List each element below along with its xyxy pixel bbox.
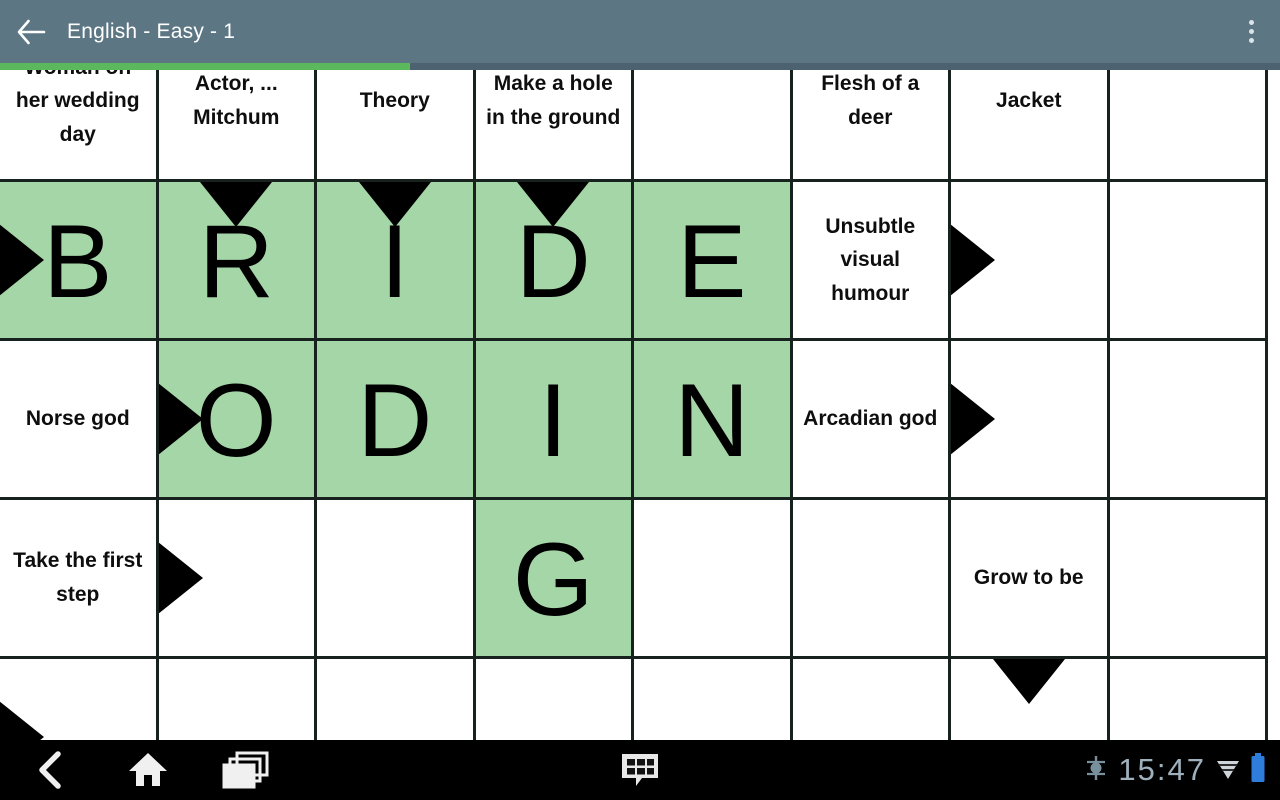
nav-recents-icon[interactable] (218, 742, 274, 798)
menu-dot (1248, 20, 1254, 25)
clue-text: Take the first step (13, 549, 143, 606)
answer-letter: D (515, 204, 591, 320)
crossword-grid: Woman on her wedding day Actor, ... Mitch… (0, 70, 1280, 740)
answer-letter: N (674, 363, 750, 479)
menu-dot (1248, 29, 1254, 34)
crossword-grid-viewport[interactable]: Woman on her wedding day Actor, ... Mitch… (0, 70, 1280, 740)
wifi-icon (1215, 754, 1241, 787)
crossword-cell-empty[interactable] (475, 659, 634, 740)
puzzle-progress-bar (0, 63, 1280, 70)
answer-letter: O (195, 363, 277, 479)
crossword-cell-letter[interactable]: G (475, 500, 634, 659)
crossword-row: Norse god O D I N Arcadian god (0, 341, 1280, 500)
crossword-row: B R I D E Unsubtle visual humour (0, 182, 1280, 341)
crossword-cell-letter[interactable]: R (158, 182, 317, 341)
clue-text: Grow to be (973, 566, 1084, 590)
crossword-cell-empty[interactable] (634, 659, 793, 740)
crossword-cell-empty[interactable] (1109, 70, 1268, 182)
crossword-cell-empty[interactable] (317, 659, 476, 740)
arrow-right-icon (0, 224, 44, 296)
crossword-cell-letter[interactable]: N (634, 341, 793, 500)
crossword-cell-empty[interactable] (634, 70, 793, 182)
crossword-cell-clue: Grow to be (951, 500, 1110, 659)
crossword-cell-empty[interactable] (317, 500, 476, 659)
clue-text: Flesh of a deer (821, 72, 920, 129)
arrow-right-icon (158, 542, 203, 614)
answer-letter: B (43, 204, 113, 320)
answer-letter: I (538, 363, 568, 479)
crossword-cell-clue: Woman on her wedding day (0, 70, 159, 182)
crossword-cell-empty[interactable] (158, 659, 317, 740)
crossword-cell-letter[interactable]: D (475, 182, 634, 341)
crossword-cell-empty[interactable] (951, 341, 1110, 500)
back-arrow-icon[interactable] (0, 0, 62, 63)
crossword-cell-empty[interactable] (951, 182, 1110, 341)
crossword-cell-clue: Unsubtle visual humour (792, 182, 951, 341)
crossword-cell-letter[interactable]: I (475, 341, 634, 500)
crossword-cell-clue: Make a hole in the ground (475, 70, 634, 182)
crossword-cell-clue: Arcadian god (792, 341, 951, 500)
arrow-right-icon (951, 224, 995, 296)
nav-back-icon[interactable] (22, 742, 78, 798)
crossword-cell-letter[interactable]: B (0, 182, 159, 341)
puzzle-progress-fill (0, 63, 410, 70)
crossword-cell-clue: Jacket (951, 70, 1110, 182)
clue-text: Norse god (25, 407, 130, 431)
arrow-down-icon (992, 659, 1065, 704)
crossword-cell-letter[interactable]: D (317, 341, 476, 500)
crossword-cell-clue: Actor, ... Mitchum (158, 70, 317, 182)
answer-letter: R (198, 204, 274, 320)
status-clock: 15:47 (1118, 752, 1206, 787)
clue-text: Unsubtle visual humour (825, 214, 916, 305)
crossword-row (0, 659, 1280, 740)
clue-text: Theory (359, 89, 430, 113)
clue-text: Jacket (996, 89, 1062, 113)
menu-dot (1248, 38, 1254, 43)
clue-text: Make a hole in the ground (486, 72, 621, 129)
nav-home-icon[interactable] (120, 742, 176, 798)
clue-text: Arcadian god (803, 407, 938, 431)
clue-text: Actor, ... Mitchum (193, 72, 280, 129)
crossword-cell-empty[interactable] (792, 659, 951, 740)
crossword-cell-empty[interactable] (158, 500, 317, 659)
crossword-cell-empty[interactable] (1109, 659, 1268, 740)
answer-letter: G (512, 522, 594, 638)
crossword-cell-empty[interactable] (0, 659, 159, 740)
answer-letter: D (357, 363, 433, 479)
keyboard-switcher-icon[interactable] (610, 742, 670, 798)
crossword-row: Woman on her wedding day Actor, ... Mitch… (0, 70, 1280, 182)
crossword-cell-clue: Norse god (0, 341, 159, 500)
usb-debug-icon (1083, 753, 1109, 788)
crossword-cell-empty[interactable] (1109, 500, 1268, 659)
crossword-cell-empty[interactable] (1109, 182, 1268, 341)
answer-letter: I (380, 204, 410, 320)
system-navigation-bar: 15:47 (0, 740, 1280, 800)
crossword-cell-empty[interactable] (634, 500, 793, 659)
crossword-row: Take the first step G Grow to be (0, 500, 1280, 659)
overflow-menu-icon[interactable] (1222, 0, 1280, 63)
crossword-cell-clue: Take the first step (0, 500, 159, 659)
clue-text: Woman on her wedding day (15, 70, 140, 146)
crossword-app-screen: English - Easy - 1 Woman on her wedding … (0, 0, 1280, 800)
crossword-cell-empty[interactable] (1109, 341, 1268, 500)
crossword-cell-empty[interactable] (792, 500, 951, 659)
page-title: English - Easy - 1 (67, 19, 236, 43)
crossword-cell-empty[interactable] (951, 659, 1110, 740)
app-title-bar: English - Easy - 1 (0, 0, 1280, 63)
arrow-right-icon (0, 701, 44, 740)
arrow-right-icon (951, 383, 995, 455)
crossword-cell-letter[interactable]: O (158, 341, 317, 500)
answer-letter: E (677, 204, 747, 320)
battery-icon (1250, 752, 1266, 789)
crossword-cell-letter[interactable]: I (317, 182, 476, 341)
crossword-cell-letter[interactable]: E (634, 182, 793, 341)
crossword-cell-clue: Theory (317, 70, 476, 182)
crossword-cell-clue: Flesh of a deer (792, 70, 951, 182)
